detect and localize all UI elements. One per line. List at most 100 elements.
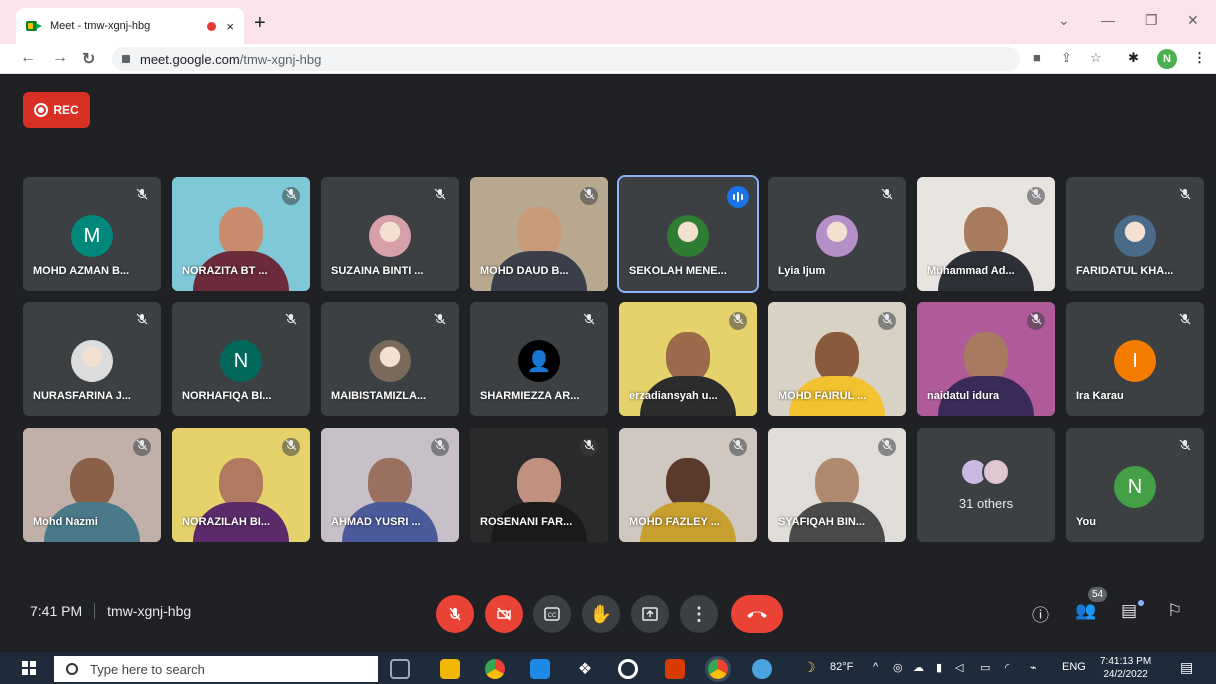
participant-tile[interactable]: MOHD DAUD B... [470,177,608,291]
mail-icon[interactable] [530,659,550,679]
muted-mic-icon [729,438,747,456]
minimize-button[interactable]: — [1101,12,1115,28]
participant-tile[interactable]: MOHD FAZLEY ... [619,428,757,542]
volume-icon[interactable]: ◁ [955,661,963,674]
reload-icon[interactable]: ↻ [82,49,95,69]
meeting-info: 7:41 PM tmw-xgnj-hbg [30,603,191,619]
participant-figure [789,458,885,542]
muted-mic-icon [282,187,300,205]
others-tile[interactable]: 31 others [917,428,1055,542]
participant-photo [369,215,411,257]
participant-tile[interactable]: I Ira Karau [1066,302,1204,416]
pen-icon[interactable]: ▮ [936,661,942,674]
camera-toggle-button[interactable] [485,595,523,633]
captions-button[interactable]: CC [533,595,571,633]
participant-name: MOHD AZMAN B... [33,265,130,277]
windows-start-icon[interactable] [22,661,36,675]
participant-tile[interactable]: SEKOLAH MENE... [617,175,759,293]
participant-avatar: N [1114,466,1156,508]
share-icon[interactable]: ⇪ [1061,50,1072,66]
participant-tile[interactable]: SYAFIQAH BIN... [768,428,906,542]
participant-figure [789,332,885,416]
restore-button[interactable]: ❐ [1145,12,1158,29]
participant-tile[interactable]: AHMAD YUSRI ... [321,428,459,542]
muted-mic-icon [580,438,598,456]
participant-tile[interactable]: MAIBISTAMIZLA... [321,302,459,416]
notifications-icon[interactable]: ▤ [1180,659,1193,676]
participant-figure [193,458,289,542]
muted-mic-icon [431,187,449,205]
meeting-details-icon[interactable]: ⓘ [1032,601,1049,626]
participant-tile[interactable]: Muhammad Ad... [917,177,1055,291]
participant-tile[interactable]: NORAZILAH BI... [172,428,310,542]
participant-tile[interactable]: Lyia Ijum [768,177,906,291]
participant-tile[interactable]: Mohd Nazmi [23,428,161,542]
menu-icon[interactable]: ⋮ [1193,50,1206,66]
url-host: meet.google.com [140,51,240,67]
participant-tile[interactable]: 👤 SHARMIEZZA AR... [470,302,608,416]
weather-temperature[interactable]: 82°F [830,661,853,673]
participants-count-badge: 54 [1088,587,1107,602]
network-icon[interactable]: ⌁ [1030,661,1037,674]
leave-call-button[interactable] [731,595,783,633]
wifi-icon[interactable]: ◜ [1005,661,1009,674]
hang-up-icon [747,611,767,618]
tray-chevron-icon[interactable]: ^ [873,661,878,673]
tab-close-icon[interactable]: × [226,19,234,34]
chat-icon[interactable]: ▤ [1121,601,1137,621]
participant-tile[interactable]: erzadiansyah u... [619,302,757,416]
url-path: /tmw-xgnj-hbg [239,51,322,67]
participant-tile[interactable]: NURASFARINA J... [23,302,161,416]
browser-tab[interactable]: Meet - tmw-xgnj-hbg × [16,8,244,44]
participant-name: Ira Karau [1076,390,1124,402]
participant-figure [342,458,438,542]
new-tab-button[interactable]: + [254,12,266,35]
search-icon [66,663,78,675]
dropbox-icon[interactable]: ❖ [575,659,595,679]
system-clock[interactable]: 7:41:13 PM 24/2/2022 [1100,655,1151,681]
participant-tile[interactable]: naidatul idura [917,302,1055,416]
participant-name: SEKOLAH MENE... [629,265,727,277]
present-button[interactable] [631,595,669,633]
chrome-icon[interactable] [485,659,505,679]
participant-figure [938,332,1034,416]
back-icon[interactable]: ← [20,49,36,67]
raise-hand-button[interactable]: ✋ [582,595,620,633]
bookmark-star-icon[interactable]: ☆ [1090,50,1102,66]
profile-avatar[interactable]: N [1157,49,1177,69]
participant-tile[interactable]: M MOHD AZMAN B... [23,177,161,291]
office-icon[interactable] [665,659,685,679]
onedrive-icon[interactable]: ☁ [913,661,924,674]
more-options-button[interactable]: ⋮ [680,595,718,633]
participant-tile[interactable]: N NORHAFIQA BI... [172,302,310,416]
participant-tile[interactable]: SUZAINA BINTI ... [321,177,459,291]
hand-icon: ✋ [589,603,613,624]
camera-in-use-icon[interactable]: ■ [1033,50,1041,65]
participant-tile[interactable]: ROSENANI FAR... [470,428,608,542]
participant-tile[interactable]: FARIDATUL KHA... [1066,177,1204,291]
task-view-icon[interactable] [390,659,410,679]
chrome-profile-icon[interactable] [705,656,731,682]
file-explorer-icon[interactable] [440,659,460,679]
obs-icon[interactable] [618,659,638,679]
weather-icon[interactable]: ☽ [803,659,816,676]
extensions-icon[interactable]: ✱ [1128,50,1139,66]
close-window-button[interactable]: ✕ [1187,12,1199,29]
address-bar[interactable]: meet.google.com/tmw-xgnj-hbg [112,47,1020,71]
people-icon[interactable]: 👥 [1075,601,1096,621]
language-indicator[interactable]: ENG [1062,661,1086,673]
participant-tile[interactable]: N You [1066,428,1204,542]
tray-app-icon[interactable]: ◎ [893,661,903,674]
muted-mic-icon [878,187,896,205]
tab-search-icon[interactable]: ⌄ [1058,12,1070,29]
microphone-toggle-button[interactable] [436,595,474,633]
activities-icon[interactable]: ⚐ [1167,601,1182,621]
taskbar-search[interactable]: Type here to search [54,656,378,682]
participant-tile[interactable]: NORAZITA BT ... [172,177,310,291]
participant-name: NURASFARINA J... [33,390,131,402]
help-icon[interactable] [752,659,772,679]
forward-icon[interactable]: → [52,49,68,67]
participant-avatar: N [220,340,262,382]
battery-icon[interactable]: ▭ [980,661,990,674]
participant-tile[interactable]: MOHD FAIRUL ... [768,302,906,416]
